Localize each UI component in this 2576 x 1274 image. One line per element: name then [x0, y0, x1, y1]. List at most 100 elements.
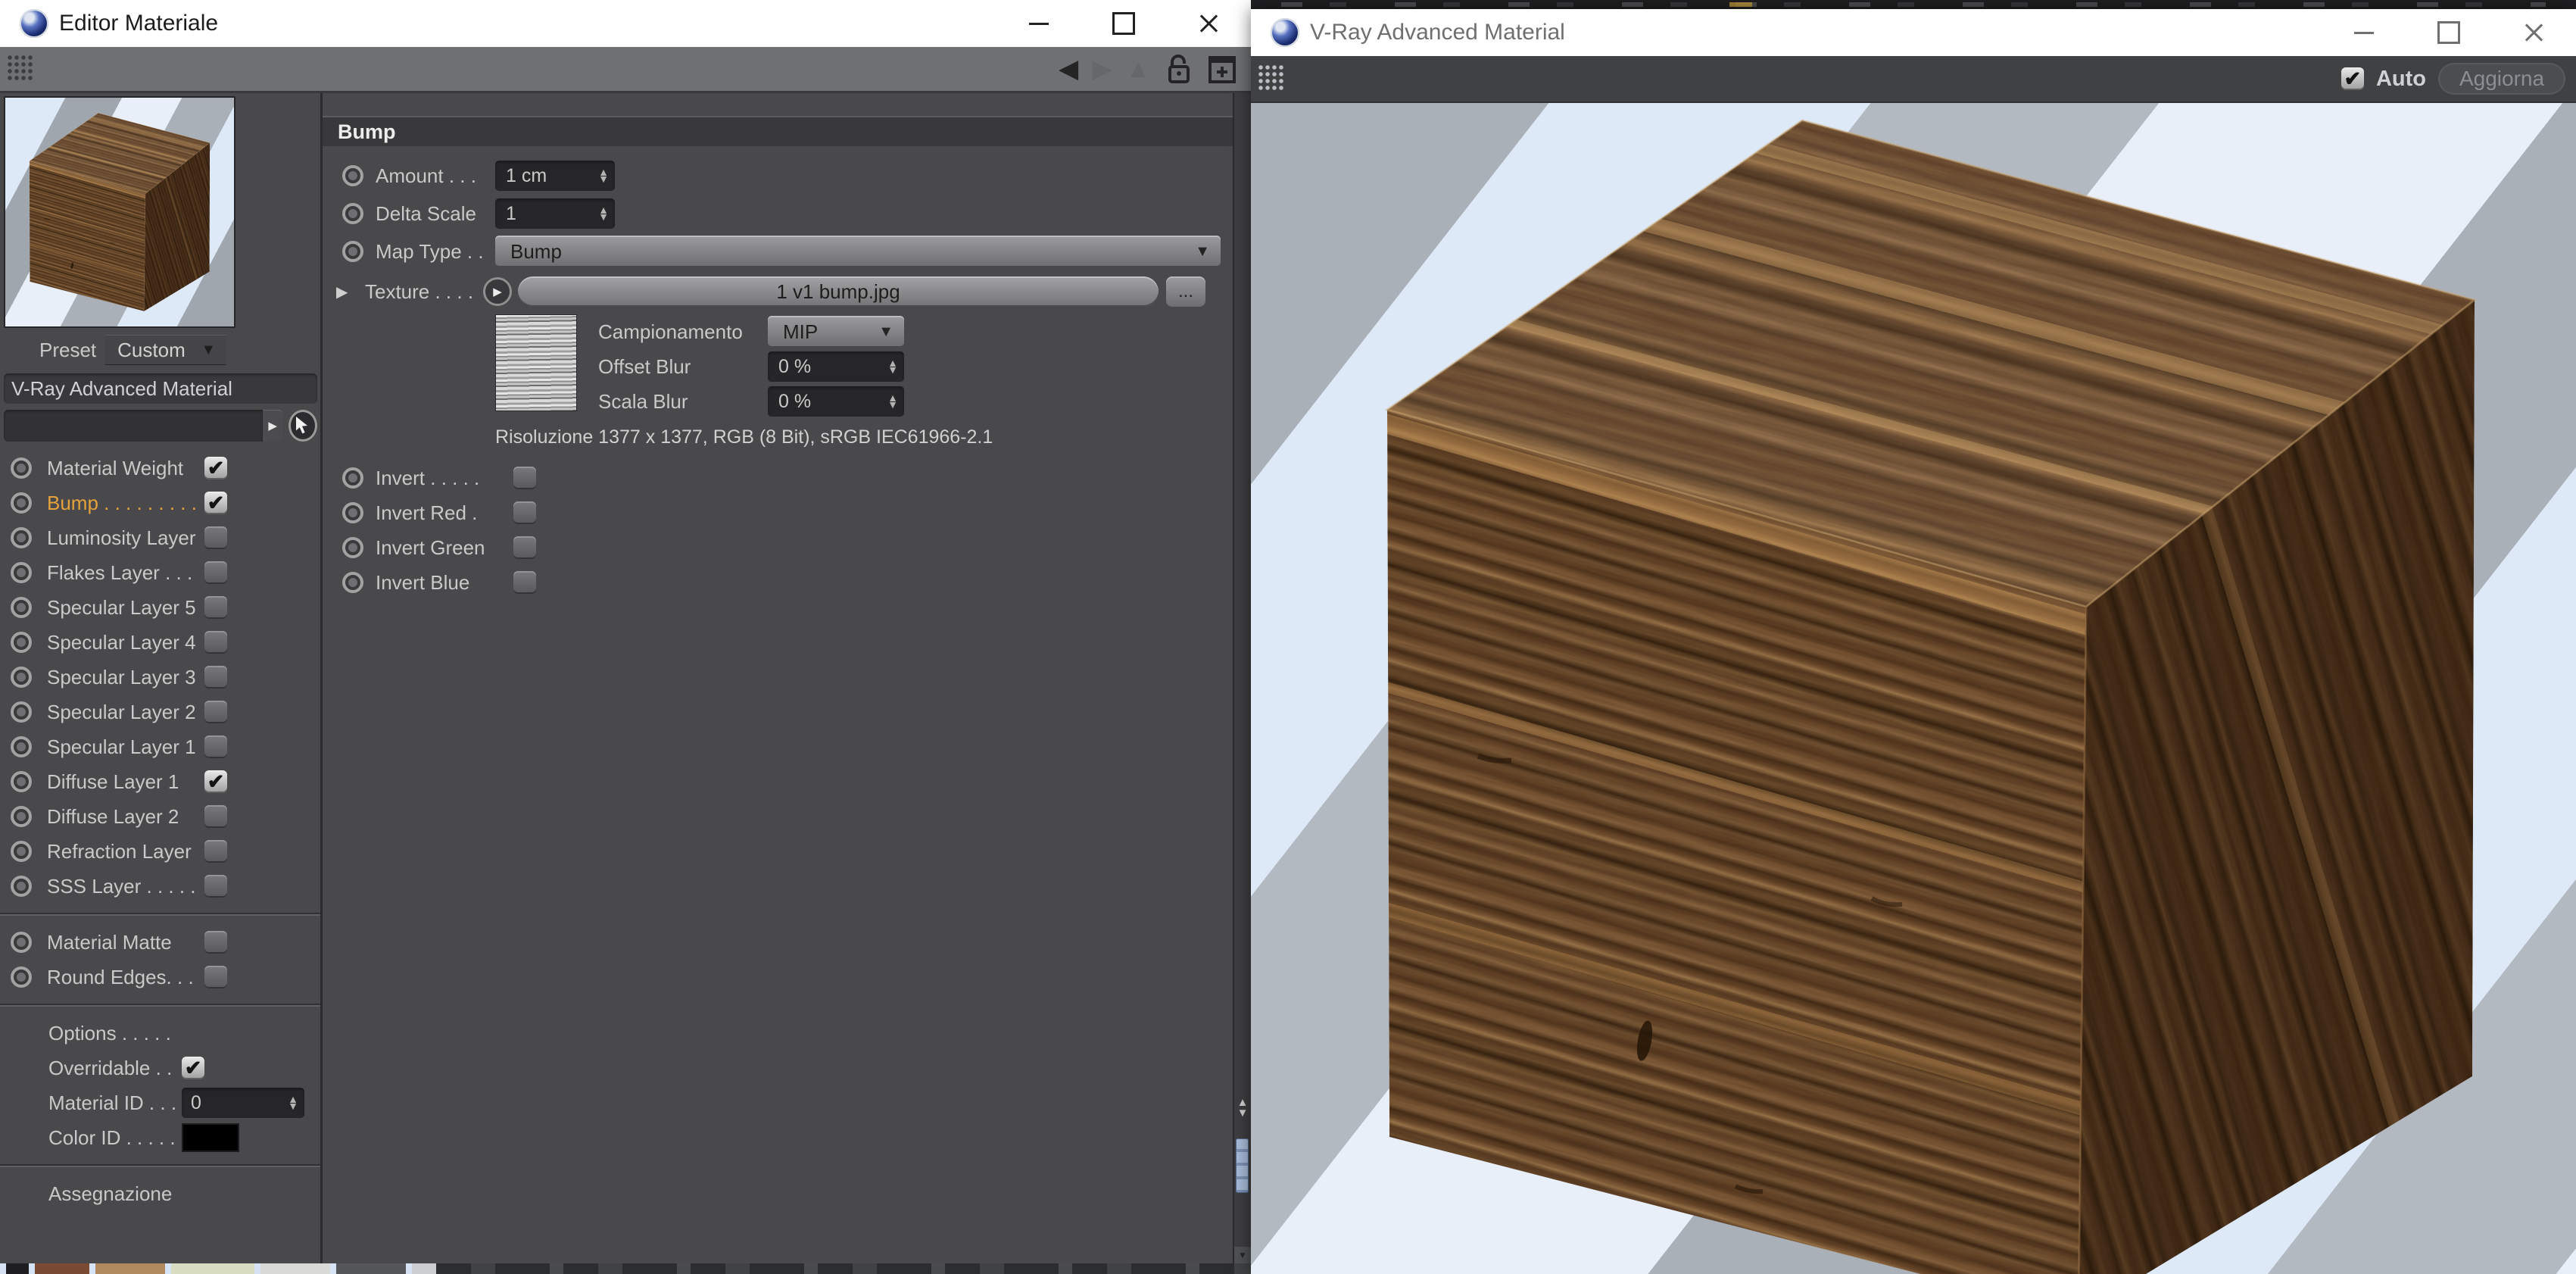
texture-thumbnail[interactable]: [495, 314, 577, 411]
channel-enable-checkbox[interactable]: [204, 561, 227, 584]
drag-grip-icon[interactable]: [1258, 65, 1286, 92]
channel-radio[interactable]: [11, 932, 32, 953]
invert-radio[interactable]: [342, 467, 363, 489]
scroll-down-icon[interactable]: ▼: [1237, 1108, 1249, 1119]
offset-blur-field[interactable]: 0 % ▲▼: [768, 351, 904, 382]
channel-row-material-matte[interactable]: Material Matte: [0, 925, 320, 960]
up-arrow-icon[interactable]: ▲: [1125, 56, 1151, 82]
channel-row-specular-layer-2[interactable]: Specular Layer 2: [0, 695, 320, 729]
invert-radio[interactable]: [342, 537, 363, 558]
invert-row-invert-red[interactable]: Invert Red .: [323, 495, 1233, 530]
channel-enable-checkbox[interactable]: [204, 735, 227, 758]
channel-row-specular-layer-4[interactable]: Specular Layer 4: [0, 625, 320, 660]
material-editor-titlebar[interactable]: Editor Materiale: [0, 0, 1251, 47]
material-name-field[interactable]: V-Ray Advanced Material: [4, 373, 317, 404]
texture-preview-button[interactable]: ▶: [483, 277, 512, 306]
map-type-radio[interactable]: [342, 241, 363, 262]
channel-row-specular-layer-1[interactable]: Specular Layer 1: [0, 729, 320, 764]
channel-row-flakes-layer[interactable]: Flakes Layer . . . .: [0, 555, 320, 590]
minimize-button[interactable]: [2322, 9, 2406, 56]
spin-down-icon[interactable]: ▼: [887, 401, 898, 408]
channel-row-specular-layer-3[interactable]: Specular Layer 3: [0, 660, 320, 695]
update-button[interactable]: Aggiorna: [2438, 63, 2565, 95]
channel-enable-checkbox[interactable]: [204, 596, 227, 619]
material-preview[interactable]: [4, 96, 235, 328]
channel-radio[interactable]: [11, 667, 32, 688]
channel-radio[interactable]: [11, 841, 32, 862]
pick-material-button[interactable]: [288, 410, 317, 442]
texture-browse-button[interactable]: ...: [1166, 276, 1205, 307]
color-id-swatch[interactable]: [182, 1123, 239, 1152]
channel-radio[interactable]: [11, 632, 32, 653]
channel-enable-checkbox[interactable]: [204, 701, 227, 723]
maximize-button[interactable]: [1081, 0, 1166, 47]
bump-section-header[interactable]: Bump: [323, 116, 1233, 146]
scrollbar-corner[interactable]: ▼: [1234, 1247, 1251, 1263]
forward-arrow-icon[interactable]: ▶: [1092, 56, 1112, 82]
maximize-button[interactable]: [2406, 9, 2491, 56]
invert-radio[interactable]: [342, 502, 363, 523]
back-arrow-icon[interactable]: ◀: [1059, 56, 1078, 82]
spin-down-icon[interactable]: ▼: [598, 214, 609, 220]
overridable-checkbox[interactable]: ✔: [182, 1057, 204, 1079]
lock-open-icon[interactable]: [1165, 53, 1193, 85]
invert-row-invert-green[interactable]: Invert Green: [323, 530, 1233, 565]
invert-row-invert[interactable]: Invert . . . . .: [323, 461, 1233, 495]
invert-radio[interactable]: [342, 572, 363, 593]
channel-row-specular-layer-5[interactable]: Specular Layer 5: [0, 590, 320, 625]
delta-scale-radio[interactable]: [342, 203, 363, 224]
channel-enable-checkbox[interactable]: [204, 966, 227, 988]
material-render-viewport[interactable]: [1251, 103, 2576, 1274]
channel-enable-checkbox[interactable]: [204, 931, 227, 954]
channel-radio[interactable]: [11, 736, 32, 757]
channel-radio[interactable]: [11, 966, 32, 988]
channel-enable-checkbox[interactable]: [204, 840, 227, 863]
vray-preview-titlebar[interactable]: V-Ray Advanced Material: [1251, 9, 2576, 56]
vertical-scrollbar[interactable]: ▲ ▼ ▼: [1233, 93, 1251, 1263]
material-id-stepper[interactable]: 0 ▲ ▼: [182, 1088, 304, 1118]
channel-enable-checkbox[interactable]: ✔: [204, 492, 227, 514]
channel-radio[interactable]: [11, 876, 32, 897]
channel-row-sss-layer[interactable]: SSS Layer . . . . . .: [0, 869, 320, 904]
preset-dropdown[interactable]: Custom ▼: [105, 335, 226, 365]
channel-radio[interactable]: [11, 597, 32, 618]
invert-row-invert-blue[interactable]: Invert Blue: [323, 565, 1233, 600]
expand-right-icon[interactable]: ▶: [336, 283, 353, 301]
channel-enable-checkbox[interactable]: [204, 666, 227, 689]
search-expand-button[interactable]: ▶: [263, 410, 282, 442]
channel-row-bump[interactable]: Bump . . . . . . . . .✔: [0, 486, 320, 520]
campionamento-dropdown[interactable]: MIP ▼: [768, 316, 904, 348]
texture-file-field[interactable]: 1 v1 bump.jpg: [518, 276, 1159, 307]
channel-radio[interactable]: [11, 457, 32, 479]
close-button[interactable]: [1166, 0, 1251, 47]
close-button[interactable]: [2491, 9, 2576, 56]
channel-enable-checkbox[interactable]: ✔: [204, 770, 227, 793]
spinner-arrows[interactable]: ▲ ▼: [288, 1096, 298, 1109]
channel-row-luminosity-layer[interactable]: Luminosity Layer: [0, 520, 320, 555]
invert-checkbox[interactable]: [513, 536, 536, 559]
channel-radio[interactable]: [11, 562, 32, 583]
search-input[interactable]: [4, 410, 263, 442]
add-icon[interactable]: [1207, 53, 1237, 85]
channel-enable-checkbox[interactable]: [204, 631, 227, 654]
invert-checkbox[interactable]: [513, 467, 536, 489]
channel-row-diffuse-layer-1[interactable]: Diffuse Layer 1✔: [0, 764, 320, 799]
channel-enable-checkbox[interactable]: [204, 875, 227, 898]
delta-scale-field[interactable]: 1 ▲▼: [495, 198, 615, 229]
drag-grip-icon[interactable]: [8, 55, 35, 83]
channel-radio[interactable]: [11, 527, 32, 548]
channel-row-round-edges[interactable]: Round Edges. . .: [0, 960, 320, 995]
channel-row-material-weight[interactable]: Material Weight✔: [0, 451, 320, 486]
channel-radio[interactable]: [11, 492, 32, 514]
channel-row-refraction-layer[interactable]: Refraction Layer: [0, 834, 320, 869]
channel-row-diffuse-layer-2[interactable]: Diffuse Layer 2: [0, 799, 320, 834]
map-type-dropdown[interactable]: Bump ▼: [495, 236, 1221, 267]
channel-radio[interactable]: [11, 806, 32, 827]
channel-enable-checkbox[interactable]: [204, 805, 227, 828]
invert-checkbox[interactable]: [513, 571, 536, 594]
spin-down-icon[interactable]: ▼: [598, 176, 609, 183]
channel-enable-checkbox[interactable]: ✔: [204, 457, 227, 479]
amount-field[interactable]: 1 cm ▲▼: [495, 161, 615, 191]
spin-down-icon[interactable]: ▼: [887, 367, 898, 373]
spin-down-icon[interactable]: ▼: [288, 1103, 298, 1110]
